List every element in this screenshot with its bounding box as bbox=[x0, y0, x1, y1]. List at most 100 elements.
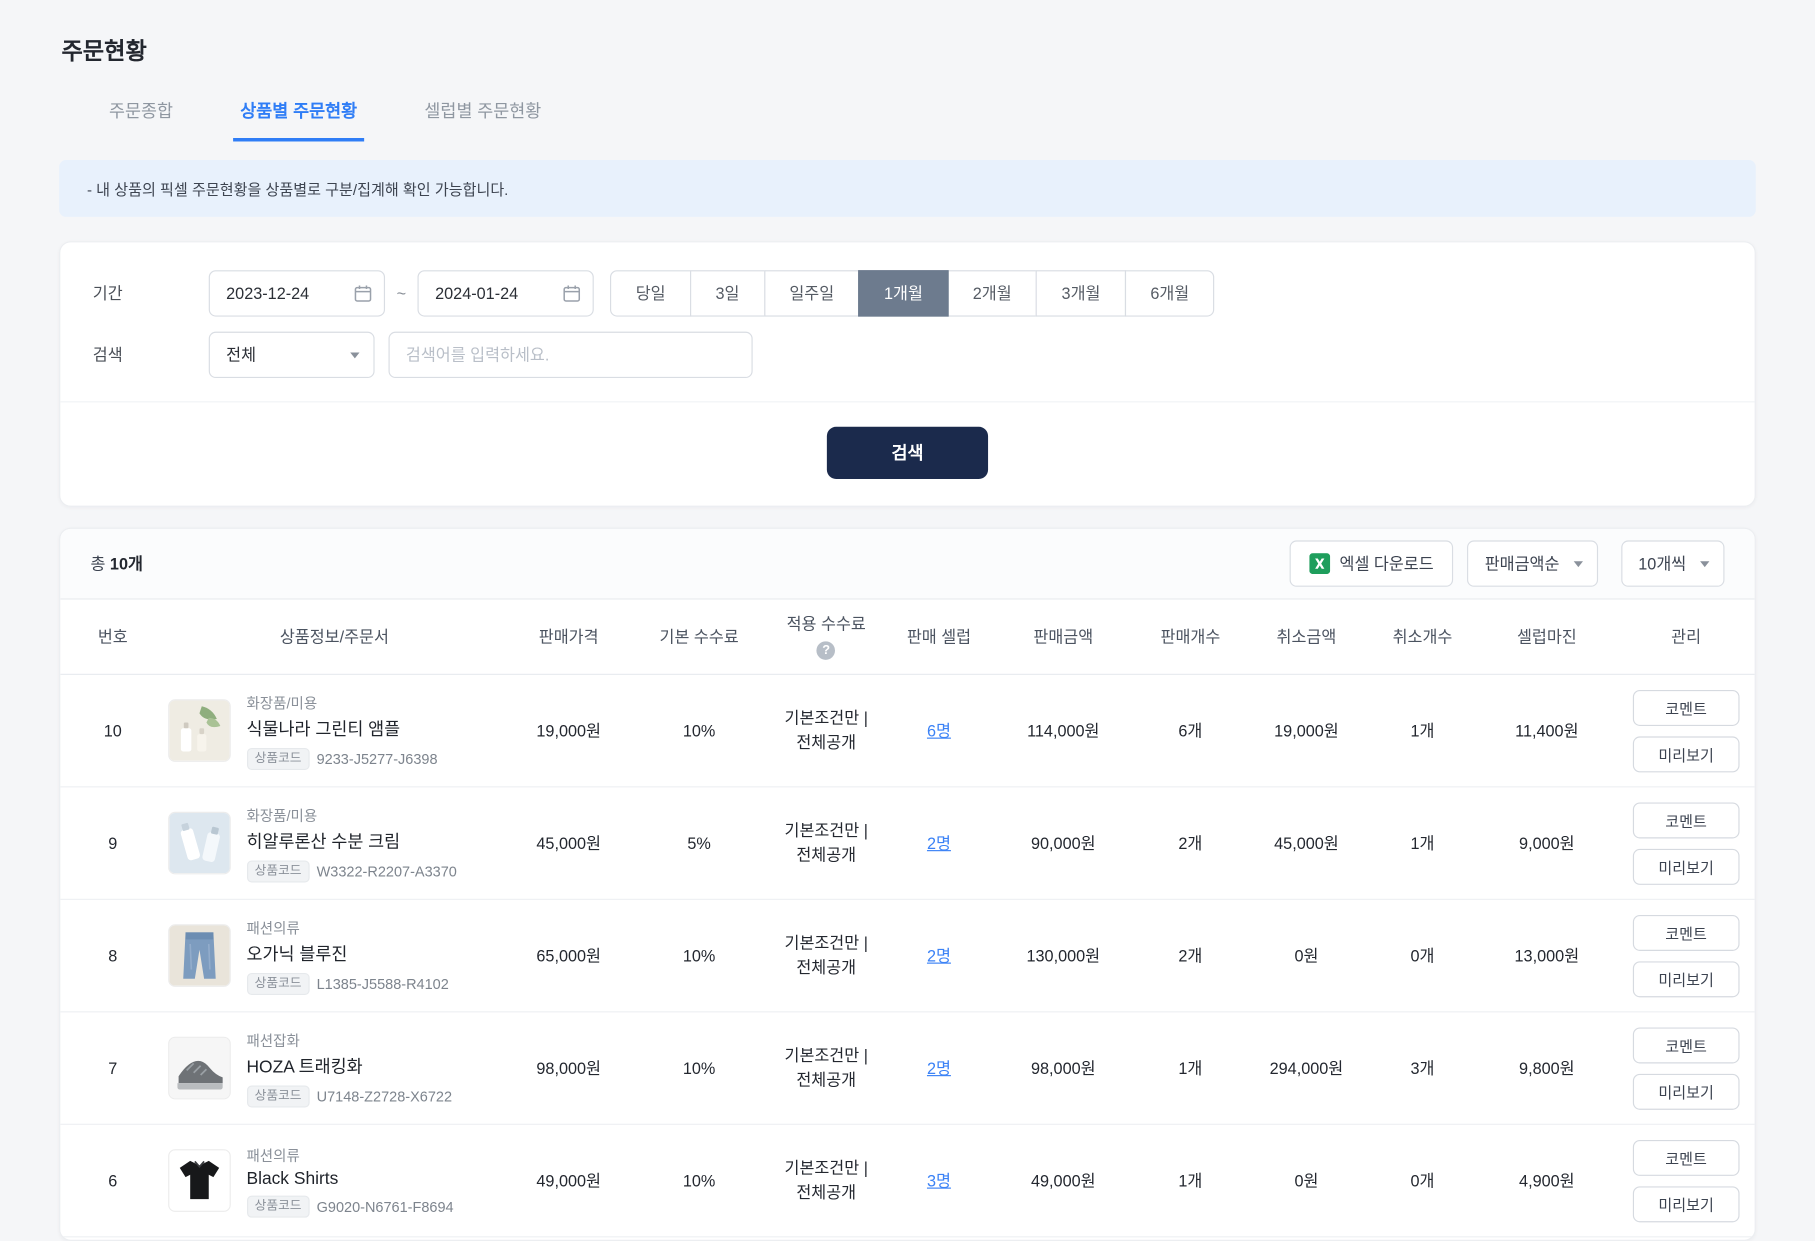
tab-orders-by-celeb[interactable]: 셀럽별 주문현황 bbox=[417, 89, 548, 141]
range-1month-button[interactable]: 1개월 bbox=[858, 270, 949, 317]
celeb-margin-cell: 9,800원 bbox=[1519, 1058, 1575, 1078]
header-sellers: 판매 셀럽 bbox=[906, 626, 972, 646]
cancel-amount-cell: 0원 bbox=[1294, 1171, 1319, 1190]
calendar-icon[interactable] bbox=[560, 284, 592, 303]
sales-count-cell: 2개 bbox=[1178, 946, 1203, 965]
table-row: 10 화장품/미용 식물나라 그린티 앰플 상품코드 9233-J5277-J6… bbox=[60, 675, 1755, 788]
preview-button[interactable]: 미리보기 bbox=[1632, 848, 1740, 885]
calendar-icon[interactable] bbox=[351, 284, 383, 303]
applied-fee-cell: 기본조건만 | 전체공개 bbox=[784, 1158, 868, 1202]
price-cell: 65,000원 bbox=[536, 946, 601, 965]
header-sales-count: 판매개수 bbox=[1160, 626, 1221, 646]
sellers-link[interactable]: 6명 bbox=[927, 721, 951, 740]
sellers-link[interactable]: 3명 bbox=[927, 1171, 951, 1190]
sort-select[interactable]: 판매금액순 bbox=[1467, 540, 1598, 587]
range-2months-button[interactable]: 2개월 bbox=[947, 270, 1038, 317]
header-cancel-amount: 취소금액 bbox=[1276, 626, 1337, 646]
product-category: 패션의류 bbox=[246, 1147, 300, 1165]
header-no: 번호 bbox=[97, 626, 128, 646]
product-image bbox=[167, 1149, 231, 1212]
range-3months-button[interactable]: 3개월 bbox=[1036, 270, 1126, 317]
search-keyword-input[interactable] bbox=[388, 331, 753, 379]
range-1week-button[interactable]: 일주일 bbox=[763, 270, 860, 317]
preview-button[interactable]: 미리보기 bbox=[1632, 1073, 1740, 1110]
preview-button[interactable]: 미리보기 bbox=[1632, 735, 1740, 772]
cancel-count-cell: 1개 bbox=[1410, 721, 1435, 740]
base-fee-cell: 10% bbox=[682, 1058, 716, 1078]
range-6months-button[interactable]: 6개월 bbox=[1124, 270, 1215, 317]
applied-fee-cell: 기본조건만 | 전체공개 bbox=[784, 821, 868, 864]
celeb-margin-cell: 9,000원 bbox=[1519, 833, 1575, 853]
base-fee-cell: 5% bbox=[687, 833, 711, 853]
header-applied-fee: 적용 수수료 ? bbox=[764, 614, 888, 660]
base-fee-cell: 10% bbox=[682, 946, 716, 965]
date-from-input[interactable] bbox=[209, 284, 352, 303]
page-size-select[interactable]: 10개씩 bbox=[1620, 540, 1725, 587]
comment-button[interactable]: 코멘트 bbox=[1632, 1026, 1740, 1063]
product-name: HOZA 트래킹화 bbox=[246, 1057, 363, 1078]
date-from-field bbox=[208, 270, 386, 317]
table-row: 8 패션의류 오가닉 블루진 상품코드 L1385-J5588-R4102 65… bbox=[60, 900, 1755, 1013]
comment-button[interactable]: 코멘트 bbox=[1632, 689, 1740, 726]
table-row: 6 패션의류 Black Shirts 상품코드 G9020-N6761-F86… bbox=[60, 1125, 1755, 1238]
info-banner-text: - 내 상품의 픽셀 주문현황을 상품별로 구분/집계해 확인 가능합니다. bbox=[86, 180, 509, 199]
excel-icon bbox=[1309, 553, 1331, 575]
product-code: U7148-Z2728-X6722 bbox=[316, 1088, 453, 1105]
cancel-amount-cell: 0원 bbox=[1294, 946, 1319, 965]
header-manage: 관리 bbox=[1671, 626, 1702, 646]
sales-count-cell: 1개 bbox=[1178, 1171, 1203, 1190]
range-today-button[interactable]: 당일 bbox=[610, 270, 692, 317]
tab-order-summary[interactable]: 주문종합 bbox=[102, 89, 180, 141]
comment-button[interactable]: 코멘트 bbox=[1632, 914, 1740, 951]
search-category-value: 전체 bbox=[226, 345, 257, 365]
excel-download-label: 엑셀 다운로드 bbox=[1339, 554, 1434, 573]
sellers-cell: 2명 bbox=[888, 832, 990, 855]
results-toolbar: 총 10개 엑셀 다운로드 판매금액순 10개씩 bbox=[60, 528, 1755, 599]
base-fee-cell: 10% bbox=[682, 721, 716, 740]
price-cell: 98,000원 bbox=[536, 1058, 601, 1078]
preview-button[interactable]: 미리보기 bbox=[1632, 960, 1740, 997]
product-code: 9233-J5277-J6398 bbox=[316, 750, 438, 768]
excel-download-button[interactable]: 엑셀 다운로드 bbox=[1289, 540, 1454, 587]
comment-button[interactable]: 코멘트 bbox=[1632, 1139, 1740, 1176]
product-info: 패션의류 Black Shirts 상품코드 G9020-N6761-F8694 bbox=[246, 1143, 454, 1218]
product-code: G9020-N6761-F8694 bbox=[316, 1198, 454, 1215]
product-code-label: 상품코드 bbox=[246, 860, 310, 883]
sellers-link[interactable]: 2명 bbox=[927, 834, 951, 853]
date-range-separator: ~ bbox=[396, 284, 407, 303]
preview-button[interactable]: 미리보기 bbox=[1632, 1185, 1740, 1222]
sellers-link[interactable]: 2명 bbox=[927, 946, 951, 965]
period-row: 기간 ~ 당일 3일 일주일 1개월 2개월 3개월 bbox=[93, 270, 1722, 317]
search-label: 검색 bbox=[92, 345, 123, 365]
base-fee-cell: 10% bbox=[682, 1171, 716, 1190]
header-price: 판매가격 bbox=[538, 626, 599, 646]
product-category: 패션의류 bbox=[246, 920, 300, 937]
tab-bar: 주문종합 상품별 주문현황 셀럽별 주문현황 bbox=[59, 89, 1756, 142]
product-image bbox=[167, 811, 231, 875]
range-3days-button[interactable]: 3일 bbox=[689, 270, 765, 317]
sales-amount-cell: 130,000원 bbox=[1026, 946, 1101, 965]
header-cancel-count: 취소개수 bbox=[1392, 626, 1453, 646]
page-title: 주문현황 bbox=[61, 39, 147, 65]
cancel-amount-cell: 45,000원 bbox=[1274, 833, 1339, 853]
sellers-link[interactable]: 2명 bbox=[927, 1059, 951, 1078]
product-info: 화장품/미용 히알루론산 수분 크림 상품코드 W3322-R2207-A337… bbox=[246, 804, 457, 883]
tab-orders-by-product[interactable]: 상품별 주문현황 bbox=[233, 89, 365, 142]
help-icon[interactable]: ? bbox=[816, 641, 836, 660]
applied-fee-cell: 기본조건만 | 전체공개 bbox=[784, 708, 868, 752]
product-category: 화장품/미용 bbox=[246, 808, 318, 825]
page-size-value: 10개씩 bbox=[1638, 554, 1687, 573]
quick-range-group: 당일 3일 일주일 1개월 2개월 3개월 6개월 bbox=[610, 270, 1215, 317]
row-number: 10 bbox=[103, 721, 122, 740]
search-submit-button[interactable]: 검색 bbox=[826, 426, 989, 479]
date-to-input[interactable] bbox=[418, 284, 561, 303]
product-name: 히알루론산 수분 크림 bbox=[246, 832, 401, 853]
search-category-select[interactable]: 전체 bbox=[208, 331, 375, 379]
chevron-down-icon bbox=[1700, 560, 1710, 567]
header-applied-fee-label: 적용 수수료 bbox=[786, 614, 866, 634]
product-code-label: 상품코드 bbox=[246, 972, 310, 996]
comment-button[interactable]: 코멘트 bbox=[1632, 801, 1740, 838]
product-image bbox=[167, 699, 231, 762]
sales-count-cell: 2개 bbox=[1178, 833, 1203, 853]
product-info: 패션의류 오가닉 블루진 상품코드 L1385-J5588-R4102 bbox=[246, 916, 449, 996]
